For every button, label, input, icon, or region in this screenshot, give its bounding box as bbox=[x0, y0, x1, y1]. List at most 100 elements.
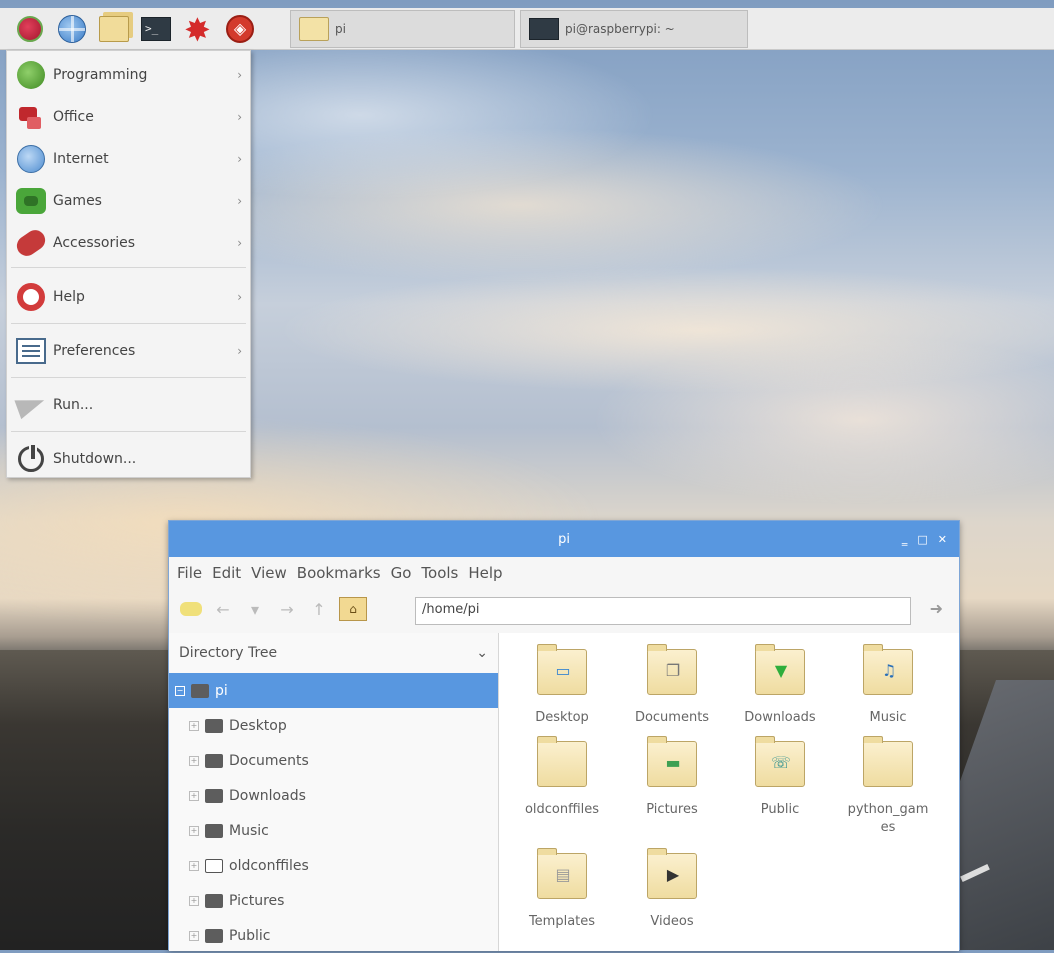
music-folder-icon: ♫ bbox=[863, 644, 913, 695]
expand-icon[interactable]: + bbox=[189, 825, 199, 836]
wolfram-icon bbox=[184, 11, 212, 49]
menu-help[interactable]: Help bbox=[468, 564, 502, 582]
mathematica-button[interactable]: ◈ bbox=[224, 13, 256, 45]
tree-item-pi[interactable]: − pi bbox=[169, 673, 498, 708]
file-item-templates[interactable]: ▤ Templates bbox=[507, 848, 617, 931]
tree-item-label: Public bbox=[229, 927, 271, 944]
shutdown-icon bbox=[15, 443, 47, 475]
mathematica-icon: ◈ bbox=[226, 14, 254, 43]
menu-item-internet[interactable]: Internet › bbox=[7, 139, 250, 179]
programming-icon bbox=[15, 59, 47, 91]
taskbar-task-file-manager[interactable]: pi bbox=[290, 10, 515, 48]
home-icon: ⌂ bbox=[349, 602, 357, 616]
tree-item-oldconffiles[interactable]: + oldconffiles bbox=[169, 848, 498, 883]
games-icon bbox=[15, 185, 47, 217]
file-item-label: Music bbox=[869, 710, 907, 725]
menu-item-preferences[interactable]: Preferences › bbox=[7, 331, 250, 371]
downloads-folder-icon: ▼ bbox=[755, 644, 805, 695]
menu-item-label: Shutdown... bbox=[53, 451, 137, 467]
menu-item-label: Help bbox=[53, 289, 85, 305]
tree-item-downloads[interactable]: + Downloads bbox=[169, 778, 498, 813]
terminal-button[interactable]: >_ bbox=[140, 13, 172, 45]
file-manager-button[interactable] bbox=[98, 13, 130, 45]
music-folder-icon bbox=[205, 823, 223, 838]
wolfram-button[interactable] bbox=[182, 11, 214, 49]
menu-item-accessories[interactable]: Accessories › bbox=[7, 223, 250, 263]
menu-bookmarks[interactable]: Bookmarks bbox=[297, 564, 381, 582]
home-button[interactable]: ⌂ bbox=[339, 597, 367, 621]
menu-file[interactable]: File bbox=[177, 564, 202, 582]
desktop-folder-icon bbox=[205, 718, 223, 733]
raspberry-menu-button[interactable] bbox=[14, 13, 46, 45]
file-item-videos[interactable]: ▶ Videos bbox=[617, 848, 727, 931]
file-item-music[interactable]: ♫ Music bbox=[833, 644, 943, 727]
close-button[interactable]: ✕ bbox=[938, 533, 947, 546]
expand-icon[interactable]: + bbox=[189, 720, 199, 731]
expand-icon[interactable]: + bbox=[189, 860, 199, 871]
menu-separator bbox=[11, 431, 246, 432]
menu-item-help[interactable]: Help › bbox=[7, 277, 250, 317]
run-icon bbox=[14, 389, 48, 421]
file-item-public[interactable]: ☏ Public bbox=[725, 736, 835, 819]
menu-item-programming[interactable]: Programming › bbox=[7, 55, 250, 95]
maximize-button[interactable]: □ bbox=[917, 533, 927, 546]
tree-item-pictures[interactable]: + Pictures bbox=[169, 883, 498, 918]
desktop-folder-icon: ▭ bbox=[537, 644, 587, 695]
taskbar-task-terminal[interactable]: pi@raspberrypi: ~ bbox=[520, 10, 748, 48]
menu-item-games[interactable]: Games › bbox=[7, 181, 250, 221]
expand-icon[interactable]: + bbox=[189, 755, 199, 766]
forward-button[interactable]: → bbox=[275, 597, 299, 621]
file-item-oldconffiles[interactable]: oldconffiles bbox=[507, 736, 617, 819]
submenu-arrow-icon: › bbox=[237, 194, 242, 208]
menu-separator bbox=[11, 323, 246, 324]
new-tab-icon bbox=[180, 602, 202, 616]
menu-item-office[interactable]: Office › bbox=[7, 97, 250, 137]
downloads-folder-icon bbox=[205, 788, 223, 803]
file-item-desktop[interactable]: ▭ Desktop bbox=[507, 644, 617, 727]
up-button[interactable]: ↑ bbox=[307, 597, 331, 621]
file-item-python-games[interactable]: python_gam es bbox=[833, 736, 943, 837]
path-input[interactable]: /home/pi bbox=[415, 597, 911, 625]
window-titlebar[interactable]: pi ‗ □ ✕ bbox=[169, 521, 959, 557]
tree-item-public[interactable]: + Public bbox=[169, 918, 498, 953]
public-folder-icon bbox=[205, 928, 223, 943]
web-browser-button[interactable] bbox=[56, 13, 88, 45]
menu-edit[interactable]: Edit bbox=[212, 564, 241, 582]
go-icon[interactable]: ➜ bbox=[930, 599, 943, 618]
back-button[interactable]: ← bbox=[211, 597, 235, 621]
menu-item-label: Games bbox=[53, 193, 102, 209]
file-item-downloads[interactable]: ▼ Downloads bbox=[725, 644, 835, 727]
menu-item-label: Programming bbox=[53, 67, 148, 83]
collapse-icon[interactable]: − bbox=[175, 685, 185, 696]
videos-folder-icon: ▶ bbox=[647, 848, 697, 899]
menu-view[interactable]: View bbox=[251, 564, 287, 582]
sidebar-mode-label: Directory Tree bbox=[179, 645, 278, 661]
submenu-arrow-icon: › bbox=[237, 110, 242, 124]
tree-item-music[interactable]: + Music bbox=[169, 813, 498, 848]
menu-tools[interactable]: Tools bbox=[421, 564, 458, 582]
tree-item-label: oldconffiles bbox=[229, 857, 309, 874]
menu-item-shutdown[interactable]: Shutdown... bbox=[7, 439, 250, 479]
web-browser-icon bbox=[58, 14, 86, 43]
file-manager-icon bbox=[99, 15, 129, 42]
minimize-button[interactable]: ‗ bbox=[902, 533, 908, 546]
templates-folder-icon: ▤ bbox=[537, 848, 587, 899]
history-dropdown[interactable]: ▾ bbox=[243, 597, 267, 621]
menu-go[interactable]: Go bbox=[391, 564, 412, 582]
expand-icon[interactable]: + bbox=[189, 930, 199, 941]
file-item-pictures[interactable]: ▬ Pictures bbox=[617, 736, 727, 819]
menu-item-label: Run... bbox=[53, 397, 94, 413]
expand-icon[interactable]: + bbox=[189, 895, 199, 906]
documents-folder-icon: ❐ bbox=[647, 644, 697, 695]
new-tab-button[interactable] bbox=[179, 597, 203, 621]
window-controls: ‗ □ ✕ bbox=[902, 521, 947, 557]
help-icon bbox=[15, 281, 47, 313]
tree-item-documents[interactable]: + Documents bbox=[169, 743, 498, 778]
menu-item-run[interactable]: Run... bbox=[7, 385, 250, 425]
sidebar-mode-select[interactable]: Directory Tree ⌄ bbox=[169, 633, 498, 673]
folder-icon bbox=[863, 736, 913, 787]
tree-item-desktop[interactable]: + Desktop bbox=[169, 708, 498, 743]
file-item-documents[interactable]: ❐ Documents bbox=[617, 644, 727, 727]
expand-icon[interactable]: + bbox=[189, 790, 199, 801]
tree-item-label: Desktop bbox=[229, 717, 287, 734]
